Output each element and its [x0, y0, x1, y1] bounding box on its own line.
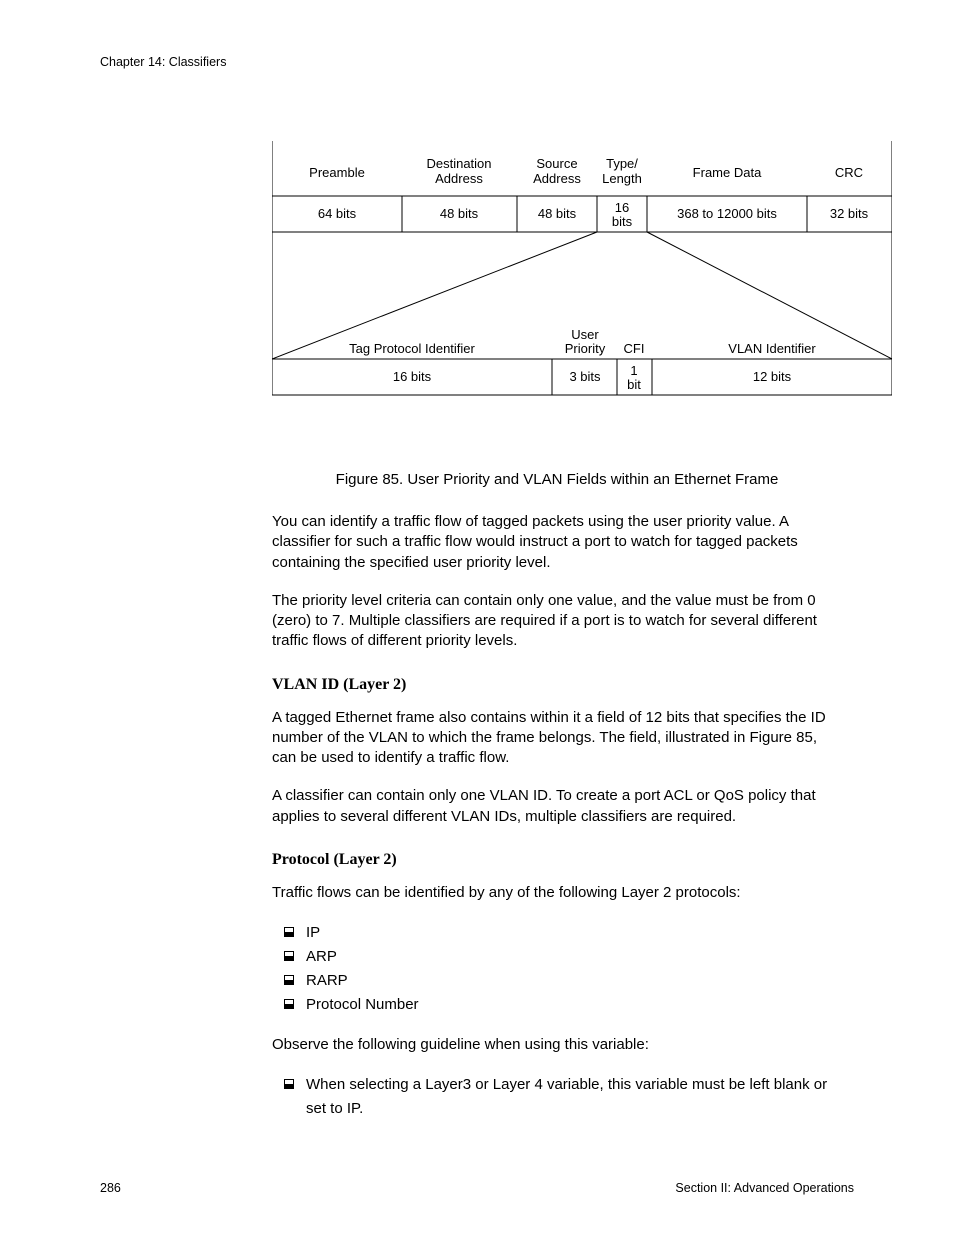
lbl-vlanid: VLAN Identifier: [728, 341, 816, 356]
val-vlanid: 12 bits: [753, 369, 792, 384]
val-priority: 3 bits: [569, 369, 601, 384]
val-frame-data: 368 to 12000 bits: [677, 206, 777, 221]
lbl-addr1: Address: [435, 171, 483, 186]
paragraph: A tagged Ethernet frame also contains wi…: [272, 708, 842, 769]
guideline-list: When selecting a Layer3 or Layer 4 varia…: [272, 1073, 842, 1121]
page-number: 286: [100, 1181, 121, 1195]
section-label: Section II: Advanced Operations: [675, 1181, 854, 1195]
heading-vlan-id: VLAN ID (Layer 2): [272, 676, 842, 694]
val-source: 48 bits: [538, 206, 577, 221]
lbl-priority: Priority: [565, 341, 606, 356]
ethernet-frame-diagram: Preamble Destination Address Source Addr…: [272, 141, 892, 451]
list-item: RARP: [272, 969, 842, 993]
figure-85: Preamble Destination Address Source Addr…: [272, 141, 842, 488]
lbl-user: User: [571, 327, 599, 342]
lbl-crc: CRC: [835, 165, 863, 180]
paragraph: A classifier can contain only one VLAN I…: [272, 786, 842, 827]
lbl-cfi: CFI: [624, 341, 645, 356]
page-footer: 286 Section II: Advanced Operations: [100, 1181, 854, 1195]
paragraph: You can identify a traffic flow of tagge…: [272, 512, 842, 573]
val-tl2: bits: [612, 214, 633, 229]
list-item: Protocol Number: [272, 993, 842, 1017]
val-dest: 48 bits: [440, 206, 479, 221]
lbl-source: Source: [536, 156, 577, 171]
list-item: IP: [272, 921, 842, 945]
lbl-preamble: Preamble: [309, 165, 365, 180]
lbl-frame-data: Frame Data: [693, 165, 762, 180]
lbl-dest: Destination: [426, 156, 491, 171]
protocol-list: IP ARP RARP Protocol Number: [272, 921, 842, 1017]
val-cfi2: bit: [627, 377, 641, 392]
paragraph: Traffic flows can be identified by any o…: [272, 883, 842, 903]
val-cfi1: 1: [630, 363, 637, 378]
page: Chapter 14: Classifiers Preamble: [0, 0, 954, 1235]
lbl-type: Type/: [606, 156, 638, 171]
page-header: Chapter 14: Classifiers: [100, 55, 854, 69]
val-tpi: 16 bits: [393, 369, 432, 384]
content-area: Preamble Destination Address Source Addr…: [272, 141, 842, 1121]
list-item: ARP: [272, 945, 842, 969]
val-preamble: 64 bits: [318, 206, 357, 221]
paragraph: Observe the following guideline when usi…: [272, 1035, 842, 1055]
val-tl1: 16: [615, 200, 629, 215]
lbl-addr2: Address: [533, 171, 581, 186]
list-item: When selecting a Layer3 or Layer 4 varia…: [272, 1073, 842, 1121]
lbl-length: Length: [602, 171, 642, 186]
figure-caption: Figure 85. User Priority and VLAN Fields…: [272, 471, 842, 488]
paragraph: The priority level criteria can contain …: [272, 591, 842, 652]
val-crc: 32 bits: [830, 206, 869, 221]
lbl-tpi: Tag Protocol Identifier: [349, 341, 475, 356]
heading-protocol: Protocol (Layer 2): [272, 851, 842, 869]
